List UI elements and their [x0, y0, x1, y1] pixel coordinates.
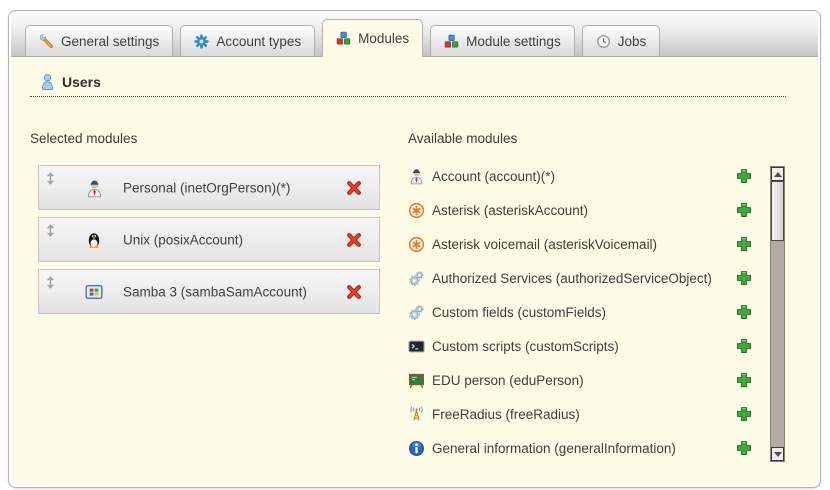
module-label: Custom fields (customFields) — [432, 305, 606, 320]
add-icon[interactable] — [730, 406, 752, 422]
add-icon[interactable] — [730, 440, 752, 456]
module-label: Unix (posixAccount) — [123, 232, 243, 247]
module-label: Authorized Services (authorizedServiceOb… — [432, 271, 712, 286]
settings-window: General settings — [8, 10, 821, 488]
add-icon[interactable] — [730, 270, 752, 286]
module-label: Asterisk (asteriskAccount) — [432, 203, 588, 218]
arrow-up-icon — [774, 172, 782, 177]
user-icon — [40, 73, 55, 91]
users-section-heading: Users — [30, 73, 786, 97]
add-icon[interactable] — [730, 372, 752, 388]
remove-icon[interactable] — [346, 284, 362, 300]
asterisk-icon — [408, 202, 425, 219]
tux-icon — [85, 230, 103, 250]
scroll-up-button[interactable] — [771, 167, 784, 181]
modules-icon — [444, 34, 459, 49]
add-icon[interactable] — [730, 168, 752, 184]
tab-modules[interactable]: Modules — [322, 19, 423, 57]
drag-handle-icon[interactable] — [46, 172, 55, 185]
antenna-icon — [408, 406, 425, 423]
drag-handle-icon[interactable] — [46, 224, 55, 237]
gear-icon — [194, 34, 209, 49]
module-label: EDU person (eduPerson) — [432, 373, 584, 388]
available-module-row: FreeRadius (freeRadius) — [408, 397, 752, 431]
available-modules-label: Available modules — [408, 131, 517, 146]
tab-label: Modules — [358, 31, 409, 46]
available-module-row: Account (account)(*) — [408, 159, 752, 193]
module-label: Personal (inetOrgPerson)(*) — [123, 180, 290, 195]
available-module-row: Custom fields (customFields) — [408, 295, 752, 329]
module-label: Account (account)(*) — [432, 169, 555, 184]
available-module-row: Authorized Services (authorizedServiceOb… — [408, 261, 752, 295]
module-label: FreeRadius (freeRadius) — [432, 407, 580, 422]
tab-general-settings[interactable]: General settings — [25, 25, 173, 56]
tab-module-settings[interactable]: Module settings — [430, 25, 575, 56]
section-title: Users — [62, 74, 101, 90]
remove-icon[interactable] — [346, 180, 362, 196]
add-icon[interactable] — [730, 304, 752, 320]
tab-label: Module settings — [466, 34, 561, 49]
tab-label: General settings — [61, 34, 159, 49]
selected-module-row[interactable]: Personal (inetOrgPerson)(*) — [38, 165, 380, 210]
tab-label: Account types — [216, 34, 301, 49]
chalkboard-icon — [408, 372, 425, 389]
modules-icon — [336, 31, 351, 46]
terminal-icon — [408, 338, 425, 355]
windows-icon — [85, 283, 103, 301]
tab-label: Jobs — [618, 34, 647, 49]
tab-account-types[interactable]: Account types — [180, 25, 315, 56]
available-modules-scrollbar[interactable] — [770, 166, 785, 462]
module-label: Asterisk voicemail (asteriskVoicemail) — [432, 237, 657, 252]
tab-jobs[interactable]: Jobs — [582, 25, 661, 56]
selected-module-row[interactable]: Samba 3 (sambaSamAccount) — [38, 269, 380, 314]
person-icon — [85, 177, 104, 198]
remove-icon[interactable] — [346, 232, 362, 248]
scroll-down-button[interactable] — [771, 447, 784, 461]
add-icon[interactable] — [730, 236, 752, 252]
tab-bar: General settings — [11, 13, 818, 57]
available-module-row: Asterisk (asteriskAccount) — [408, 193, 752, 227]
module-label: General information (generalInformation) — [432, 441, 676, 456]
wrench-icon — [39, 34, 54, 49]
available-module-row: EDU person (eduPerson) — [408, 363, 752, 397]
add-icon[interactable] — [730, 338, 752, 354]
drag-handle-icon[interactable] — [46, 276, 55, 289]
module-label: Custom scripts (customScripts) — [432, 339, 619, 354]
scrollbar-thumb[interactable] — [771, 181, 784, 241]
settings-window-body: General settings — [11, 13, 818, 485]
gears-icon — [408, 270, 425, 287]
info-icon — [408, 440, 425, 457]
arrow-down-icon — [774, 452, 782, 457]
available-module-row: Asterisk voicemail (asteriskVoicemail) — [408, 227, 752, 261]
gears-icon — [408, 304, 425, 321]
available-modules-list: Account (account)(*) — [408, 159, 752, 465]
module-label: Samba 3 (sambaSamAccount) — [123, 284, 307, 299]
add-icon[interactable] — [730, 202, 752, 218]
available-module-row: General information (generalInformation) — [408, 431, 752, 465]
asterisk-icon — [408, 236, 425, 253]
selected-module-row[interactable]: Unix (posixAccount) — [38, 217, 380, 262]
selected-modules-list: Personal (inetOrgPerson)(*) — [38, 165, 380, 321]
available-module-row: Custom scripts (customScripts) — [408, 329, 752, 363]
clock-icon — [596, 34, 611, 49]
person-icon — [408, 167, 425, 185]
selected-modules-label: Selected modules — [30, 131, 137, 146]
